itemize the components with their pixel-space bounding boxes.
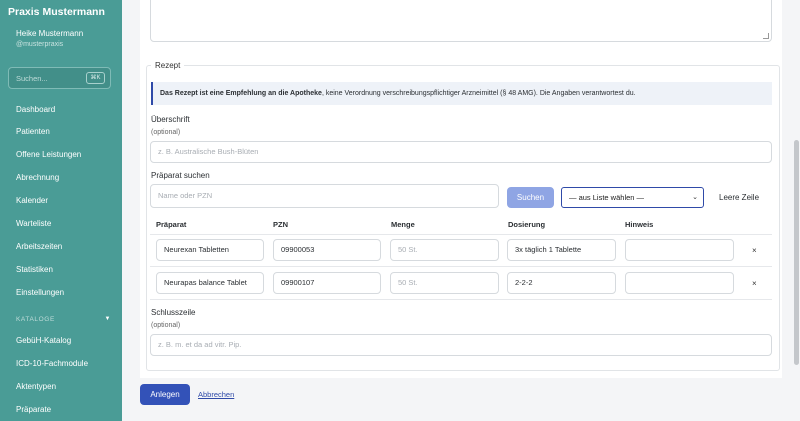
row2-praeparat: Neurapas balance Tablet <box>164 278 247 287</box>
row2-pzn: 09900107 <box>281 278 315 287</box>
scrollbar[interactable] <box>792 0 800 421</box>
row1-pzn-input[interactable]: 09900053 <box>273 239 381 261</box>
row1-pzn: 09900053 <box>281 245 315 254</box>
previous-textarea[interactable] <box>150 0 772 42</box>
sidebar-item-statistiken[interactable]: Statistiken <box>16 265 53 274</box>
praeparat-select[interactable]: — aus Liste wählen — ⌄ <box>561 187 704 208</box>
submit-button[interactable]: Anlegen <box>140 384 190 405</box>
row2-pzn-input[interactable]: 09900107 <box>273 272 381 294</box>
sidebar-item-arbeitszeiten[interactable]: Arbeitszeiten <box>16 242 62 251</box>
row1-praeparat-input[interactable]: Neurexan Tabletten <box>156 239 264 261</box>
rezept-section-title: Rezept <box>151 61 185 70</box>
sidebar-search-input[interactable]: Suchen... ⌘K <box>8 67 111 89</box>
row2-praeparat-input[interactable]: Neurapas balance Tablet <box>156 272 264 294</box>
row1-dosierung: 3x täglich 1 Tablette <box>515 245 582 254</box>
sidebar-item-gebueh-katalog[interactable]: GebüH-Katalog <box>16 336 71 345</box>
column-header-praeparat: Präparat <box>156 220 187 229</box>
column-header-menge: Menge <box>391 220 415 229</box>
sidebar-item-dashboard[interactable]: Dashboard <box>16 105 55 114</box>
info-notice-bold: Das Rezept ist eine Empfehlung an die Ap… <box>160 90 322 97</box>
chevron-down-icon: ⌄ <box>692 194 698 201</box>
row2-dosierung-input[interactable]: 2-2-2 <box>507 272 616 294</box>
heading-optional: (optional) <box>151 129 181 136</box>
sidebar: Praxis Mustermann Heike Mustermann @must… <box>0 0 122 421</box>
praeparat-search-input[interactable]: Name oder PZN <box>150 184 499 208</box>
praeparat-select-value: — aus Liste wählen — <box>569 193 645 202</box>
sidebar-item-aktentypen[interactable]: Aktentypen <box>16 382 56 391</box>
heading-label: Überschrift <box>151 115 190 124</box>
column-header-dosierung: Dosierung <box>508 220 546 229</box>
sidebar-item-patienten[interactable]: Patienten <box>16 127 50 136</box>
rezept-fieldset <box>146 65 780 371</box>
row1-remove-button[interactable]: × <box>752 246 757 255</box>
sidebar-item-abrechnung[interactable]: Abrechnung <box>16 173 59 182</box>
row1-praeparat: Neurexan Tabletten <box>164 245 229 254</box>
sidebar-item-icd10-fachmodule[interactable]: ICD-10-Fachmodule <box>16 359 88 368</box>
info-notice-text: , keine Verordnung verschreibungspflicht… <box>321 90 636 97</box>
closing-label: Schlusszeile <box>151 308 196 317</box>
row2-remove-button[interactable]: × <box>752 279 757 288</box>
resize-handle-icon[interactable] <box>763 33 769 39</box>
search-button[interactable]: Suchen <box>507 187 554 208</box>
sidebar-item-offene-leistungen[interactable]: Offene Leistungen <box>16 150 81 159</box>
heading-input[interactable]: z. B. Australische Bush-Blüten <box>150 141 772 163</box>
table-divider <box>150 299 772 300</box>
user-name[interactable]: Heike Mustermann <box>16 29 83 38</box>
info-notice: Das Rezept ist eine Empfehlung an die Ap… <box>151 82 772 105</box>
sidebar-item-einstellungen[interactable]: Einstellungen <box>16 288 64 297</box>
row2-menge-placeholder: 50 St. <box>398 278 418 287</box>
table-divider <box>150 266 772 267</box>
heading-placeholder: z. B. Australische Bush-Blüten <box>158 147 259 156</box>
praeparat-search-placeholder: Name oder PZN <box>158 191 213 200</box>
closing-placeholder: z. B. m. et da ad vitr. Pip. <box>158 340 242 349</box>
sidebar-item-warteliste[interactable]: Warteliste <box>16 219 51 228</box>
row2-hinweis-input[interactable] <box>625 272 734 294</box>
row2-dosierung: 2-2-2 <box>515 278 533 287</box>
closing-input[interactable]: z. B. m. et da ad vitr. Pip. <box>150 334 772 356</box>
cancel-link[interactable]: Abbrechen <box>198 390 234 399</box>
search-label: Präparat suchen <box>151 171 210 180</box>
sidebar-search-placeholder: Suchen... <box>16 74 48 83</box>
column-header-pzn: PZN <box>273 220 288 229</box>
scrollbar-thumb[interactable] <box>794 140 799 365</box>
column-header-hinweis: Hinweis <box>625 220 654 229</box>
row1-hinweis-input[interactable] <box>625 239 734 261</box>
sidebar-item-kalender[interactable]: Kalender <box>16 196 48 205</box>
table-divider <box>150 234 772 235</box>
catalog-section-label: KATALOGE <box>16 316 55 323</box>
user-handle: @musterpraxis <box>16 41 64 48</box>
chevron-down-icon: ▼ <box>104 316 111 322</box>
sidebar-item-praeparate[interactable]: Präparate <box>16 405 51 414</box>
catalog-section-header[interactable]: KATALOGE ▼ <box>16 316 111 323</box>
keyboard-shortcut-badge: ⌘K <box>86 72 105 84</box>
row1-dosierung-input[interactable]: 3x täglich 1 Tablette <box>507 239 616 261</box>
row1-menge-input[interactable]: 50 St. <box>390 239 499 261</box>
brand-title[interactable]: Praxis Mustermann <box>8 6 105 18</box>
row1-menge-placeholder: 50 St. <box>398 245 418 254</box>
closing-optional: (optional) <box>151 322 181 329</box>
row2-menge-input[interactable]: 50 St. <box>390 272 499 294</box>
empty-row-button[interactable]: Leere Zeile <box>719 193 759 202</box>
